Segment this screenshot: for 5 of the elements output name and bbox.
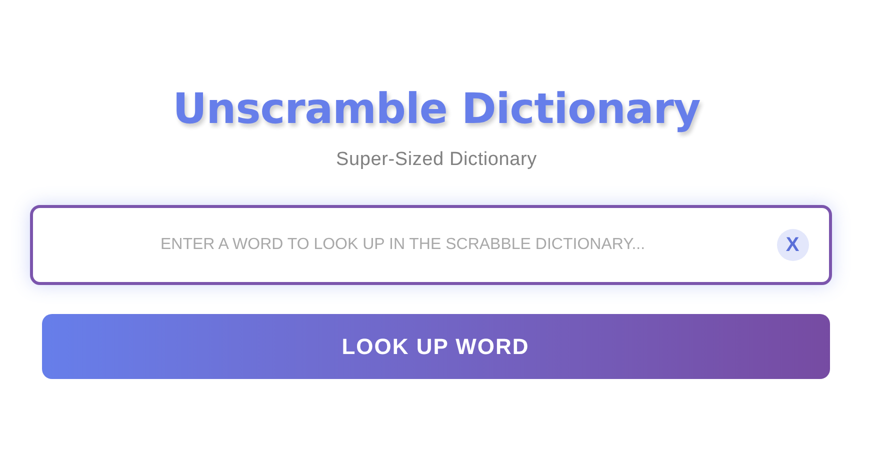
clear-button[interactable]: X [776,228,808,260]
page-title: Unscramble Dictionary [172,84,700,134]
subtitle: Super-Sized Dictionary [336,148,537,172]
search-field[interactable]: ENTER A WORD TO LOOK UP IN THE SCRABBLE DICTIONARY... X [30,204,832,284]
look-up-button[interactable]: LOOK UP WORD [42,314,830,378]
